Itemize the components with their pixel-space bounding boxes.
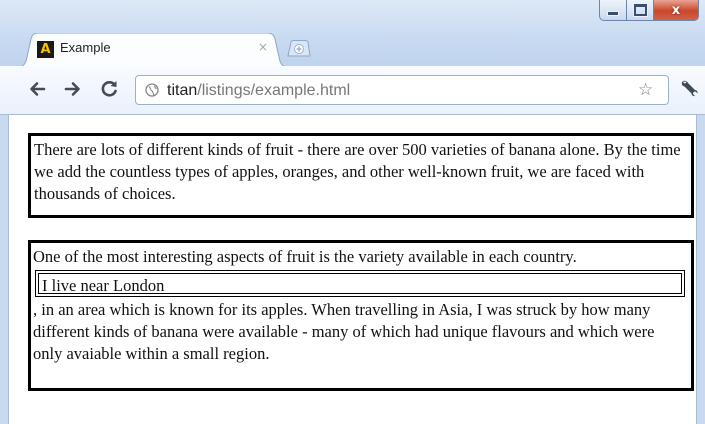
minimize-icon xyxy=(607,10,619,16)
tab-close-icon[interactable]: × xyxy=(258,40,268,54)
maximize-icon xyxy=(633,4,647,16)
url-text: titan/listings/example.html xyxy=(167,82,351,99)
fruit-variety-box: One of the most interesting aspects of f… xyxy=(28,240,694,391)
back-arrow-icon[interactable] xyxy=(28,80,46,98)
tab-active[interactable] xyxy=(18,33,288,67)
fruit-intro-text: There are lots of different kinds of fru… xyxy=(34,140,681,203)
forward-arrow-icon[interactable] xyxy=(64,80,82,98)
close-icon: x xyxy=(671,2,681,18)
toolbar: titan/listings/example.html ☆ xyxy=(0,66,705,115)
location-text: I live near London xyxy=(42,276,165,295)
wrench-menu-icon[interactable] xyxy=(678,78,700,100)
favicon-icon: A xyxy=(37,41,54,58)
reload-icon[interactable] xyxy=(100,79,119,98)
maximize-button[interactable] xyxy=(627,0,654,21)
location-inner-box: I live near London xyxy=(35,270,685,297)
fruit-intro-box: There are lots of different kinds of fru… xyxy=(28,133,694,218)
tab-title: Example xyxy=(60,40,111,55)
variety-rest-text: , in an area which is known for its appl… xyxy=(33,300,655,363)
close-window-button[interactable]: x xyxy=(654,0,699,21)
browser-window: x A Example × titan/listings/example.htm… xyxy=(0,0,705,424)
minimize-button[interactable] xyxy=(599,0,627,21)
window-controls: x xyxy=(599,0,699,22)
globe-page-icon xyxy=(145,83,159,97)
address-bar[interactable]: titan/listings/example.html ☆ xyxy=(135,75,669,105)
variety-intro-text: One of the most interesting aspects of f… xyxy=(33,247,577,266)
bookmark-star-icon[interactable]: ☆ xyxy=(638,80,653,100)
new-tab-icon[interactable] xyxy=(287,40,311,57)
